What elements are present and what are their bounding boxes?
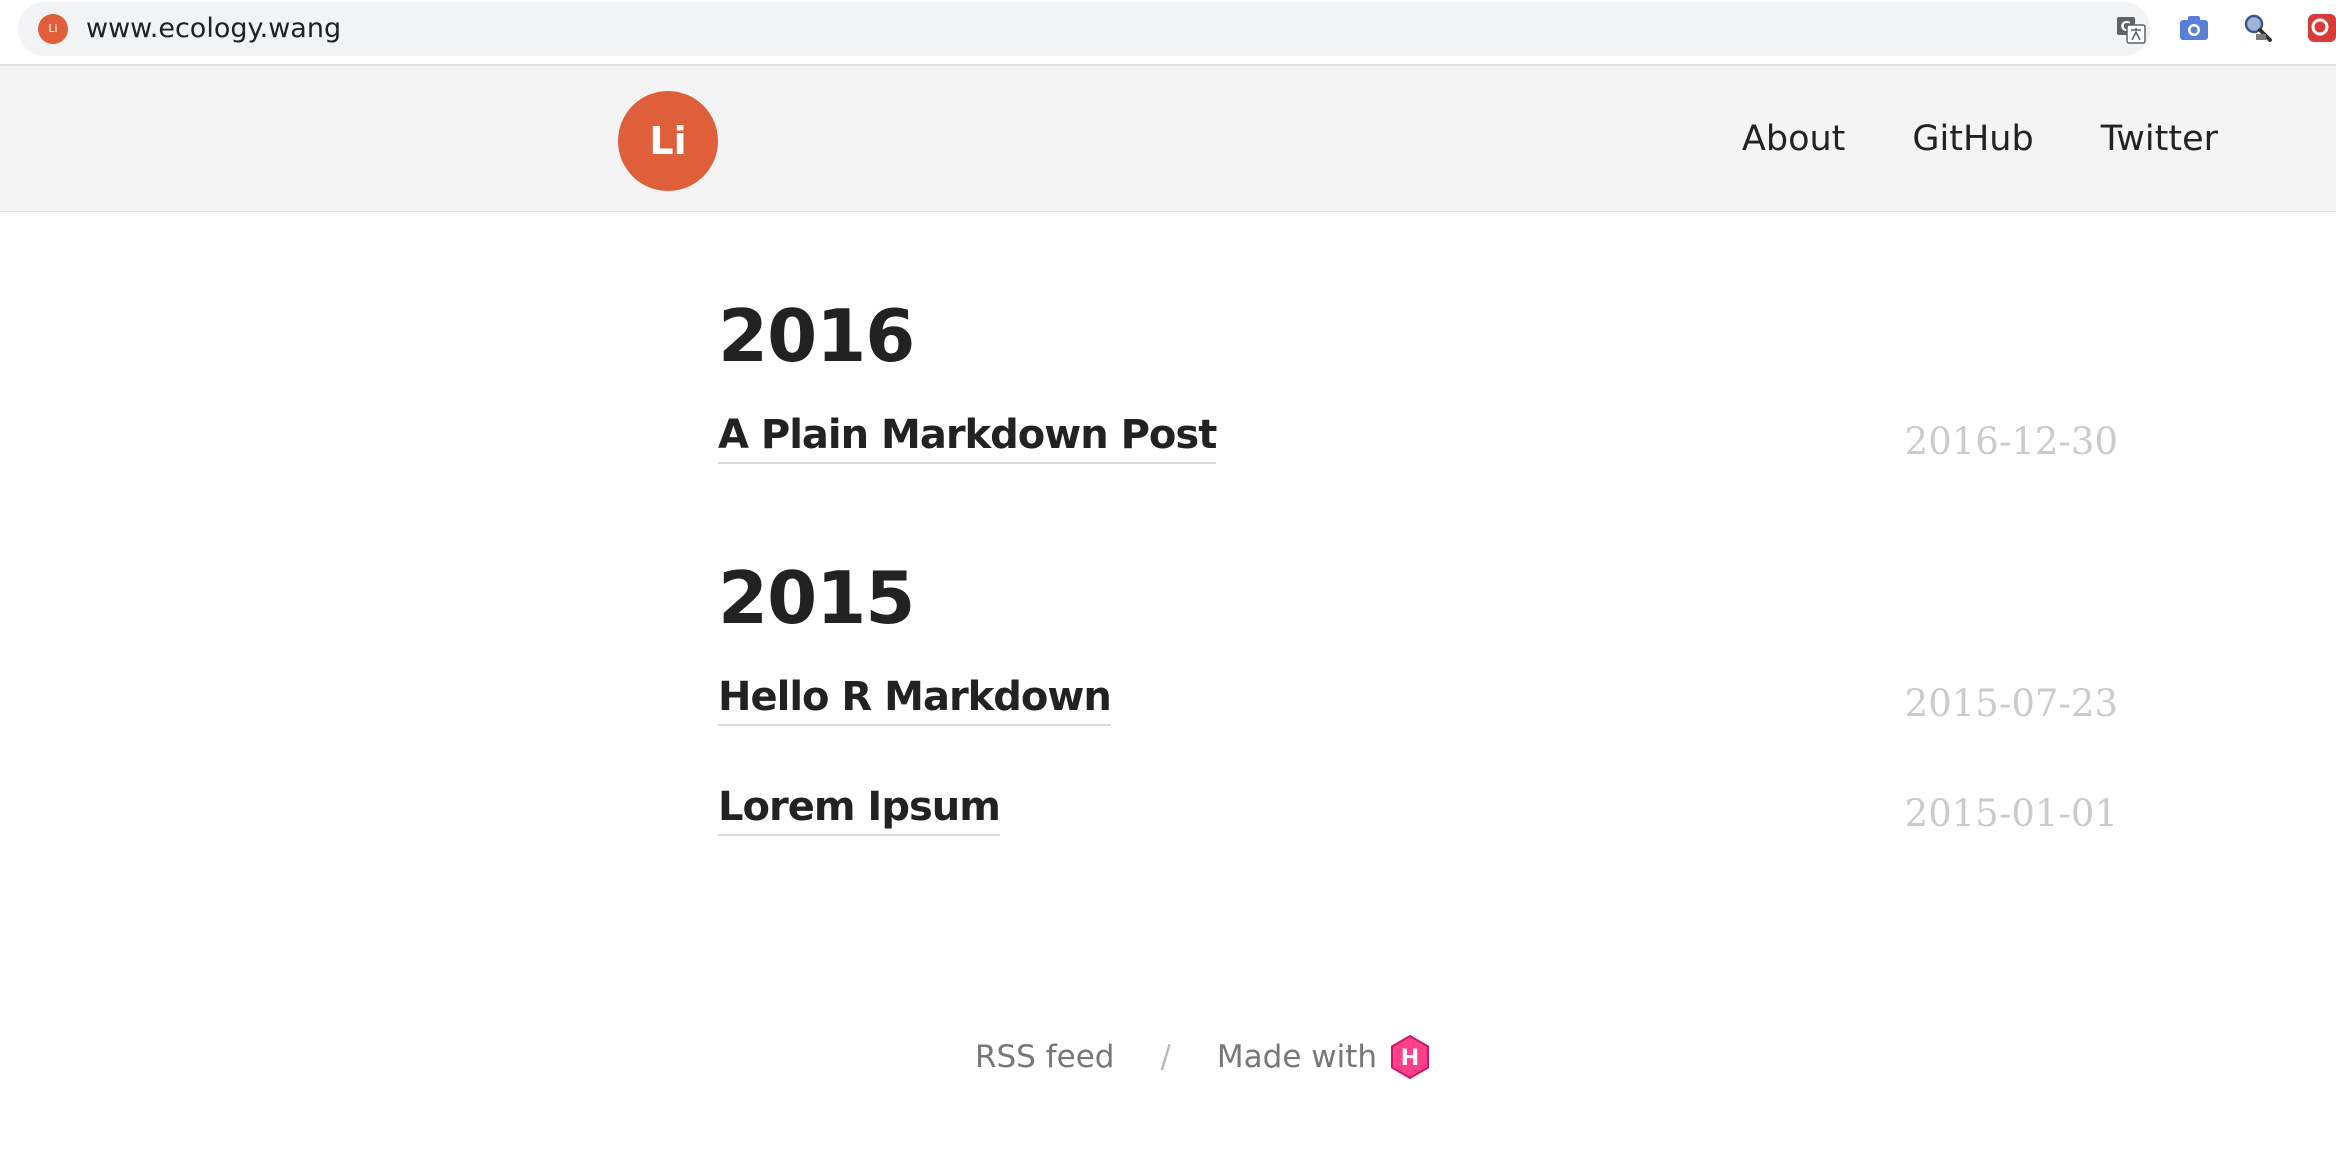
- hugo-logo-icon[interactable]: H: [1389, 1034, 1431, 1080]
- post-list: Hello R Markdown 2015-07-23 Lorem Ipsum …: [718, 674, 2118, 894]
- site-favicon: Li: [38, 14, 68, 44]
- site-logo[interactable]: Li: [618, 91, 718, 191]
- year-group-2015: 2015 Hello R Markdown 2015-07-23 Lorem I…: [718, 562, 2118, 894]
- main-nav: About GitHub Twitter: [1742, 66, 2218, 212]
- post-list-item: A Plain Markdown Post 2016-12-30: [718, 412, 2118, 522]
- address-bar[interactable]: Li www.ecology.wang G: [18, 2, 2150, 56]
- year-heading: 2015: [718, 556, 915, 640]
- nav-link-about[interactable]: About: [1742, 119, 1845, 159]
- post-title-link[interactable]: Lorem Ipsum: [718, 784, 1001, 836]
- post-date: 2015-01-01: [1904, 792, 2118, 835]
- year-heading: 2016: [718, 294, 915, 378]
- year-group-2016: 2016 A Plain Markdown Post 2016-12-30: [718, 300, 2118, 522]
- made-with-label: Made with: [1216, 1039, 1378, 1075]
- red-extension-icon[interactable]: [2306, 12, 2336, 44]
- nav-link-github[interactable]: GitHub: [1912, 119, 2033, 159]
- post-list-item: Hello R Markdown 2015-07-23: [718, 674, 2118, 784]
- url-text[interactable]: www.ecology.wang: [86, 2, 341, 56]
- browser-toolbar: Li www.ecology.wang G: [0, 0, 2336, 66]
- post-list: A Plain Markdown Post 2016-12-30: [718, 412, 2118, 522]
- post-title-link[interactable]: Hello R Markdown: [718, 674, 1112, 726]
- search-extension-icon[interactable]: [2242, 12, 2274, 44]
- post-title-link[interactable]: A Plain Markdown Post: [718, 412, 1217, 464]
- camera-icon[interactable]: [2178, 12, 2210, 44]
- post-list-item: Lorem Ipsum 2015-01-01: [718, 784, 2118, 894]
- post-date: 2015-07-23: [1904, 682, 2118, 725]
- post-date: 2016-12-30: [1904, 420, 2118, 463]
- nav-link-twitter[interactable]: Twitter: [2101, 119, 2218, 159]
- site-footer: RSS feed / Made with H: [0, 1032, 2336, 1082]
- archive-list: 2016 A Plain Markdown Post 2016-12-30 20…: [718, 300, 2118, 894]
- rss-feed-link[interactable]: RSS feed: [975, 1039, 1115, 1075]
- footer-separator: /: [1160, 1039, 1171, 1075]
- translate-icon[interactable]: G: [2116, 16, 2146, 44]
- site-header: Li About GitHub Twitter: [0, 64, 2336, 212]
- svg-text:H: H: [1401, 1046, 1419, 1071]
